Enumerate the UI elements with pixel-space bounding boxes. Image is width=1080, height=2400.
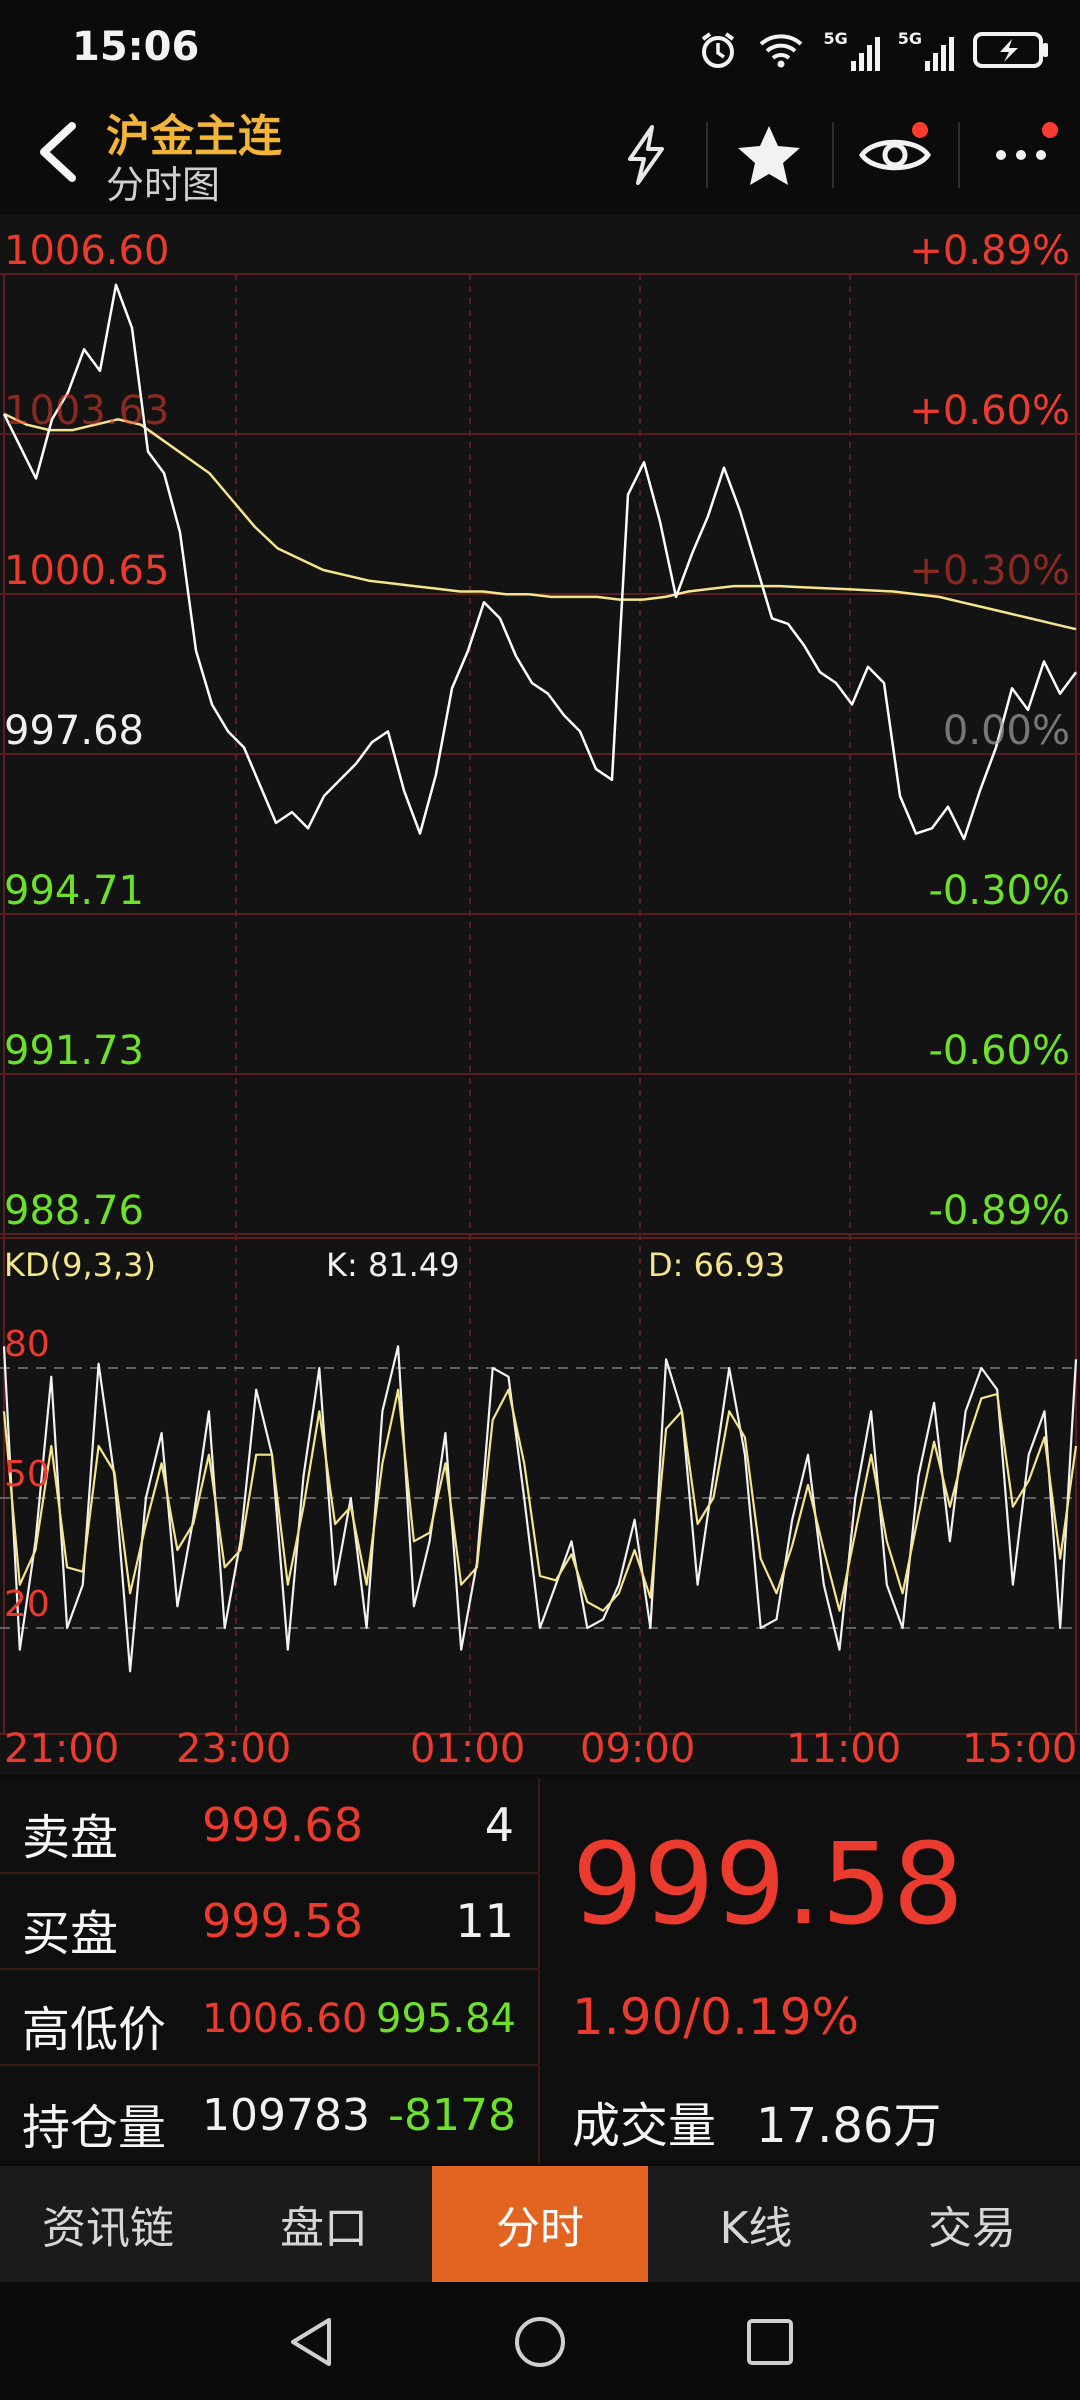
back-nav-icon bbox=[291, 2318, 331, 2366]
status-bar: 15:06 5G 5G bbox=[0, 0, 1080, 100]
open-interest-value: 109783 bbox=[202, 2090, 370, 2141]
signal-1-label: 5G bbox=[823, 29, 848, 48]
high-low-label: 高低价 bbox=[22, 2002, 167, 2058]
kd-title: KD(9,3,3) bbox=[4, 1246, 157, 1284]
y-right-label: +0.89% bbox=[909, 228, 1070, 274]
y-right-label: 0.00% bbox=[942, 708, 1070, 754]
high-price: 1006.60 bbox=[202, 1996, 368, 2042]
lightning-icon bbox=[628, 125, 664, 185]
y-right-label: -0.60% bbox=[928, 1028, 1070, 1074]
y-left-label: 994.71 bbox=[4, 868, 144, 914]
signal-2-icon: 5G bbox=[898, 29, 954, 71]
page-subtitle: 分时图 bbox=[106, 163, 221, 207]
buy-price: 999.58 bbox=[202, 1894, 363, 1948]
volume-label: 成交量 bbox=[572, 2098, 717, 2154]
lightning-button[interactable] bbox=[600, 110, 690, 200]
volume-value: 17.86万 bbox=[756, 2098, 942, 2154]
tab-order-book[interactable]: 盘口 bbox=[216, 2166, 432, 2282]
average-price-line bbox=[3, 412, 1077, 631]
signal-1-icon: 5G bbox=[823, 29, 880, 71]
kd-level-label: 20 bbox=[4, 1584, 50, 1625]
x-axis-label: 09:00 bbox=[580, 1726, 696, 1772]
status-time: 15:06 bbox=[72, 24, 200, 70]
low-price: 995.84 bbox=[376, 1996, 516, 2042]
tab-kline[interactable]: K线 bbox=[648, 2166, 864, 2282]
signal-2-label: 5G bbox=[897, 29, 922, 48]
sell-label: 卖盘 bbox=[22, 1810, 119, 1866]
tab-news[interactable]: 资讯链 bbox=[0, 2166, 216, 2282]
x-axis-label: 01:00 bbox=[410, 1726, 526, 1772]
wifi-icon bbox=[760, 34, 803, 68]
status-icons: 5G 5G bbox=[697, 26, 1050, 74]
quote-panel: 卖盘 999.68 4 买盘 999.58 11 高低价 1006.60 995… bbox=[0, 1778, 1080, 2164]
y-left-label: 997.68 bbox=[4, 708, 144, 754]
y-left-label: 1003.63 bbox=[4, 388, 170, 434]
battery-charging-icon bbox=[973, 32, 1048, 68]
header-divider bbox=[832, 122, 834, 188]
buy-qty: 11 bbox=[455, 1894, 514, 1948]
watch-button[interactable] bbox=[850, 110, 940, 200]
y-left-label: 988.76 bbox=[4, 1188, 144, 1234]
sell-qty: 4 bbox=[484, 1798, 514, 1852]
x-axis-label: 21:00 bbox=[4, 1726, 120, 1772]
back-icon bbox=[40, 122, 76, 182]
favorite-button[interactable] bbox=[724, 110, 814, 200]
price-change: 1.90/0.19% bbox=[572, 1988, 860, 2046]
tab-trade[interactable]: 交易 bbox=[864, 2166, 1080, 2282]
notification-dot bbox=[1042, 122, 1058, 138]
star-icon bbox=[738, 126, 800, 185]
kd-k-line bbox=[2, 1345, 1078, 1673]
kd-d-value: D: 66.93 bbox=[648, 1246, 786, 1284]
header-divider bbox=[958, 122, 960, 188]
notification-dot bbox=[912, 122, 928, 138]
x-axis-label: 23:00 bbox=[176, 1726, 292, 1772]
header-divider bbox=[706, 122, 708, 188]
kd-level-label: 50 bbox=[4, 1454, 50, 1495]
recents-nav-icon bbox=[747, 2319, 793, 2365]
x-axis-label: 15:00 bbox=[962, 1726, 1078, 1772]
more-icon bbox=[996, 150, 1046, 160]
y-left-label: 1000.65 bbox=[4, 548, 170, 594]
sell-price: 999.68 bbox=[202, 1798, 363, 1852]
open-interest-change: -8178 bbox=[388, 2090, 516, 2141]
header: 沪金主连 分时图 bbox=[0, 100, 1080, 212]
y-left-label: 1006.60 bbox=[4, 228, 170, 274]
kd-k-value: K: 81.49 bbox=[326, 1246, 460, 1284]
intraday-chart[interactable]: 1006.60 1003.63 1000.65 997.68 994.71 99… bbox=[0, 214, 1080, 1774]
chart-svg bbox=[0, 273, 1080, 1735]
home-nav-icon bbox=[515, 2317, 565, 2367]
alarm-icon bbox=[702, 32, 735, 68]
nav-home-button[interactable] bbox=[500, 2302, 580, 2382]
order-book: 卖盘 999.68 4 买盘 999.58 11 高低价 1006.60 995… bbox=[0, 1778, 540, 2164]
nav-recents-button[interactable] bbox=[730, 2302, 810, 2382]
y-right-label: -0.89% bbox=[928, 1188, 1070, 1234]
kd-level-label: 80 bbox=[4, 1324, 50, 1365]
nav-back-button[interactable] bbox=[270, 2302, 350, 2382]
buy-label: 买盘 bbox=[22, 1906, 119, 1962]
back-button[interactable] bbox=[22, 112, 92, 192]
x-axis-label: 11:00 bbox=[786, 1726, 902, 1772]
tab-intraday[interactable]: 分时 bbox=[432, 2166, 648, 2282]
last-price: 999.58 bbox=[572, 1820, 964, 1950]
system-nav-bar bbox=[0, 2282, 1080, 2400]
bottom-tab-bar: 资讯链 盘口 分时 K线 交易 bbox=[0, 2166, 1080, 2282]
y-right-label: +0.60% bbox=[909, 388, 1070, 434]
y-left-label: 991.73 bbox=[4, 1028, 144, 1074]
y-right-label: -0.30% bbox=[928, 868, 1070, 914]
y-right-label: +0.30% bbox=[909, 548, 1070, 594]
open-interest-label: 持仓量 bbox=[22, 2100, 167, 2156]
more-button[interactable] bbox=[976, 110, 1066, 200]
